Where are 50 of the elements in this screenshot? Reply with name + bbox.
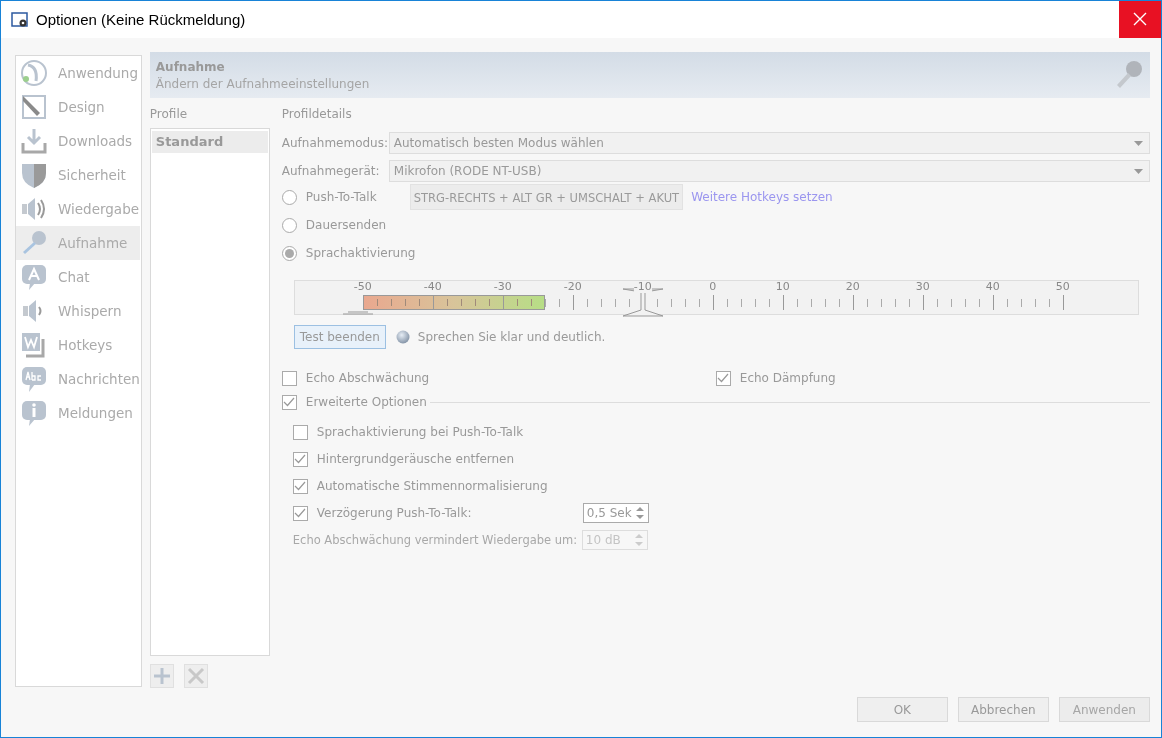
sidebar-item[interactable]: Hotkeys [16, 328, 140, 362]
checkbox-label: Verzögerung Push-To-Talk: [316, 506, 473, 520]
scale-label: -20 [563, 281, 582, 293]
window-title: Optionen (Keine Rückmeldung) [36, 11, 246, 28]
scale-label: 40 [985, 281, 1000, 293]
sidebar-item[interactable]: Whispern [16, 294, 140, 328]
field-label: Aufnahmegerät: [281, 164, 381, 178]
section-label: Profile [149, 107, 189, 123]
checkbox-label: Echo Abschwächung [305, 371, 430, 385]
test-button[interactable]: Test beenden [293, 325, 386, 349]
dialog-button[interactable]: OK [856, 697, 948, 722]
hotkey-field[interactable]: STRG-RECHTS + ALT GR + UMSCHALT + AKUT [409, 184, 684, 210]
checkbox-label: Hintergrundgeräusche entfernen [316, 452, 516, 466]
radio-label: Sprachaktivierung [305, 246, 416, 260]
scale-label: -50 [353, 281, 372, 293]
scale-label: -40 [423, 281, 442, 293]
scale-label: 10 [775, 281, 790, 293]
scale-label: -30 [493, 281, 512, 293]
checkbox-label: Sprachaktivierung bei Push-To-Talk [316, 425, 525, 439]
radio-label: Dauersenden [305, 218, 388, 232]
sidebar-item[interactable]: Sicherheit [16, 158, 140, 192]
sidebar-item[interactable]: Wiedergabe [16, 192, 140, 226]
section-label: Profildetails [281, 107, 353, 123]
sidebar-item[interactable]: Nachrichten [16, 362, 140, 396]
checkbox-label: Automatische Stimmennormalisierung [316, 479, 549, 493]
checkbox-label: Echo Dämpfung [739, 371, 836, 385]
scale-label: 30 [915, 281, 930, 293]
status-text: Sprechen Sie klar und deutlich. [417, 330, 606, 344]
radio-label: Push-To-Talk [305, 190, 378, 204]
sidebar-item[interactable]: Chat [16, 260, 140, 294]
field-label: Aufnahmemodus: [281, 136, 389, 150]
header-subtitle: Ändern der Aufnahmeeinstellungen [155, 76, 370, 91]
hotkeys-link[interactable]: Weitere Hotkeys setzen [691, 190, 833, 204]
scale-label: -10 [633, 281, 652, 293]
sidebar-item[interactable]: Meldungen [16, 396, 140, 430]
sidebar-item[interactable]: Design [16, 90, 140, 124]
dropdown[interactable]: Mikrofon (RODE NT-USB) [388, 160, 1150, 182]
dialog-button[interactable]: Abbrechen [957, 697, 1049, 722]
sidebar-item[interactable]: Anwendung [16, 56, 140, 90]
dropdown[interactable]: Automatisch besten Modus wählen [388, 132, 1150, 154]
scale-label: 0 [709, 281, 717, 293]
profile-item[interactable]: Standard [151, 131, 268, 153]
spin-box[interactable]: 0,5 Sek [582, 503, 649, 523]
sidebar-item[interactable]: Downloads [16, 124, 140, 158]
scale-label: 20 [845, 281, 860, 293]
header-title: Aufnahme [155, 59, 226, 74]
group-label: Erweiterte Optionen [305, 395, 427, 409]
sidebar-item[interactable]: Aufnahme [16, 226, 140, 260]
field-label: Echo Abschwächung vermindert Wiedergabe um: [292, 533, 579, 547]
scale-label: 50 [1055, 281, 1070, 293]
